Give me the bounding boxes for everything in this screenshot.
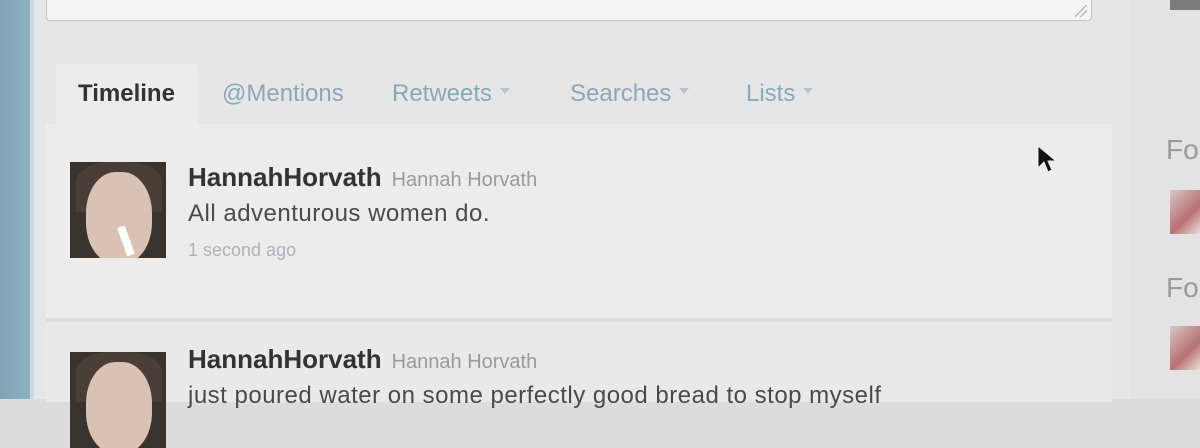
full-name: Hannah Horvath — [391, 351, 538, 373]
sidebar-thumbnail[interactable] — [1170, 0, 1200, 10]
sidebar-thumbnail[interactable] — [1170, 190, 1200, 234]
screen-name-link[interactable]: HannahHorvath — [188, 162, 382, 192]
tab-lists[interactable]: Lists — [746, 64, 814, 124]
tab-mentions-label: @Mentions — [222, 80, 344, 107]
window-edge — [0, 0, 30, 399]
full-name: Hannah Horvath — [391, 169, 538, 191]
tweet-item[interactable]: HannahHorvath Hannah Horvath All adventur… — [46, 124, 1112, 318]
tweet-text: All adventurous women do. — [188, 200, 490, 227]
timeline-tabs: Timeline @Mentions Retweets Searches Lis… — [56, 64, 1112, 124]
sidebar-heading: Fo — [1166, 272, 1199, 303]
tweet-timestamp-link[interactable]: 1 second ago — [188, 240, 296, 261]
tab-searches[interactable]: Searches — [570, 64, 690, 124]
right-sidebar: Fo Fo — [1130, 0, 1200, 399]
tab-retweets-label: Retweets — [392, 80, 493, 107]
sidebar-thumbnail[interactable] — [1170, 326, 1200, 370]
tweet-author: HannahHorvath Hannah Horvath — [188, 344, 537, 375]
tweet-text: just poured water on some perfectly good… — [188, 382, 882, 409]
tab-mentions[interactable]: @Mentions — [222, 64, 344, 124]
resize-grip-icon[interactable] — [1075, 5, 1087, 17]
tab-timeline[interactable]: Timeline — [56, 64, 198, 124]
sidebar-heading: Fo — [1166, 134, 1199, 165]
avatar[interactable] — [70, 352, 166, 448]
tab-timeline-label: Timeline — [78, 80, 175, 107]
tweet-item[interactable]: HannahHorvath Hannah Horvath just poured … — [46, 322, 1112, 448]
tab-retweets[interactable]: Retweets — [392, 64, 511, 124]
tab-searches-label: Searches — [570, 80, 672, 107]
avatar[interactable] — [70, 162, 166, 258]
tweet-author: HannahHorvath Hannah Horvath — [188, 162, 537, 193]
compose-textarea[interactable] — [46, 0, 1092, 21]
mouse-pointer-icon — [1037, 144, 1058, 173]
chevron-down-icon — [500, 87, 511, 94]
screen-name-link[interactable]: HannahHorvath — [188, 344, 382, 374]
chevron-down-icon — [679, 87, 690, 94]
chevron-down-icon — [803, 87, 814, 94]
tab-lists-label: Lists — [746, 80, 796, 107]
